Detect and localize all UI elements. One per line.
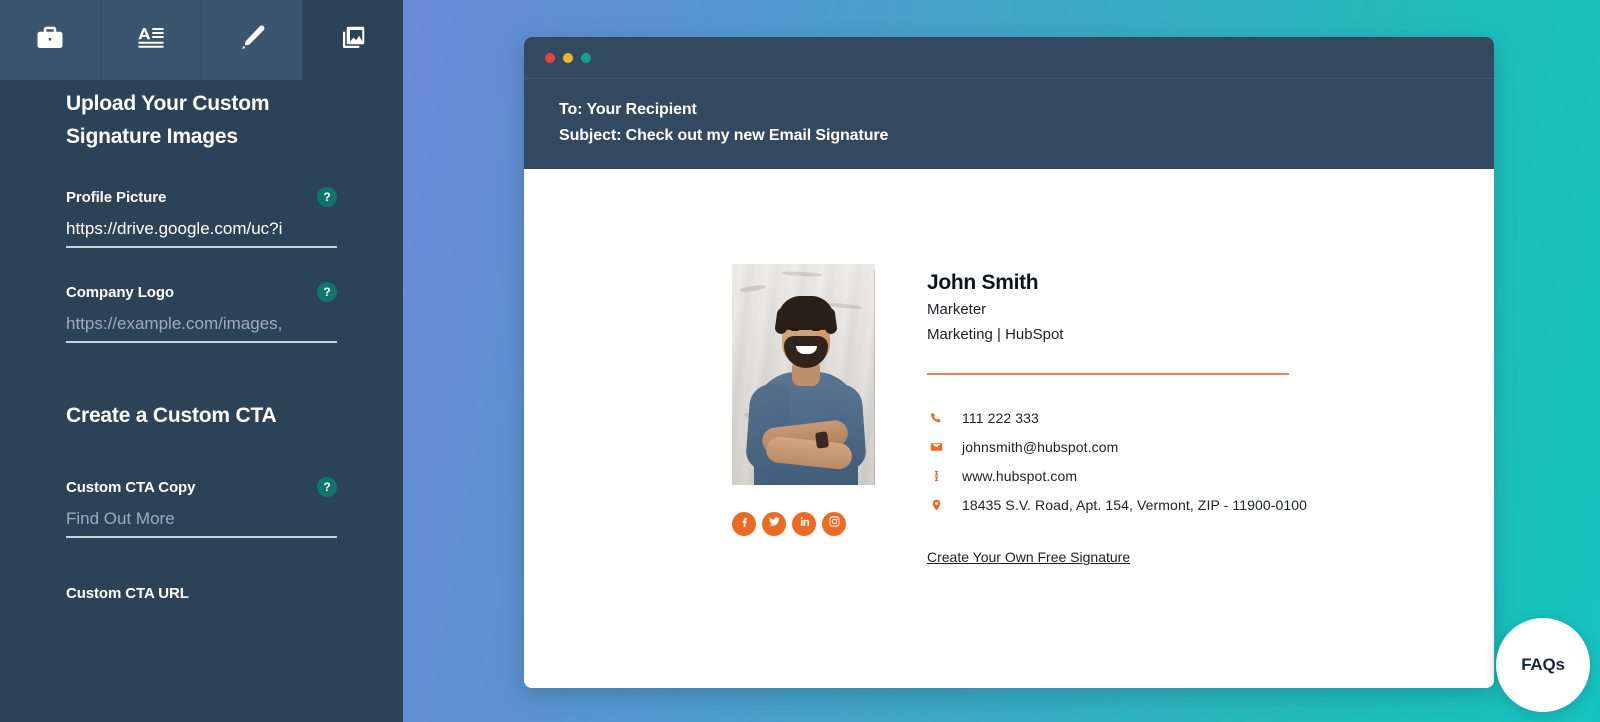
field-custom-cta-url: Custom CTA URL — [66, 583, 337, 603]
help-icon-profile-picture[interactable]: ? — [317, 187, 337, 207]
signature-contact-list: 111 222 333 johnsmith@hubspot.com www.hu… — [927, 403, 1307, 519]
sidebar-panel: Upload Your Custom Signature Images Prof… — [0, 87, 403, 603]
images-icon — [338, 23, 368, 58]
contact-text-email: johnsmith@hubspot.com — [962, 438, 1119, 455]
window-maximize-dot[interactable] — [581, 52, 591, 63]
social-icon-row — [732, 512, 875, 536]
person-eye-left — [791, 328, 799, 331]
window-minimize-dot[interactable] — [563, 52, 573, 63]
person-wristwatch — [814, 431, 830, 449]
field-label-custom-cta-copy: Custom CTA Copy — [66, 478, 196, 496]
contact-row-address: 18435 S.V. Road, Apt. 154, Vermont, ZIP … — [927, 490, 1307, 519]
field-label-profile-picture: Profile Picture — [66, 188, 167, 206]
email-body: John Smith Marketer Marketing | HubSpot … — [524, 169, 1494, 688]
photo-shadow — [874, 270, 875, 485]
signature-department-company: Marketing | HubSpot — [927, 326, 1064, 343]
email-signature: John Smith Marketer Marketing | HubSpot … — [732, 264, 1307, 567]
contact-row-website: www.hubspot.com — [927, 461, 1307, 490]
field-label-custom-cta-url: Custom CTA URL — [66, 584, 189, 602]
contact-text-phone: 111 222 333 — [962, 409, 1039, 426]
field-label-row: Custom CTA URL — [66, 583, 337, 603]
profile-photo — [732, 264, 875, 485]
linkedin-icon — [798, 515, 811, 533]
phone-icon — [927, 411, 945, 425]
field-custom-cta-copy: Custom CTA Copy ? — [66, 477, 337, 538]
email-subject-line: Subject: Check out my new Email Signatur… — [559, 127, 889, 144]
company-logo-input[interactable] — [66, 311, 337, 343]
social-linkedin[interactable] — [792, 512, 816, 536]
website-icon — [927, 469, 945, 483]
custom-cta-copy-input[interactable] — [66, 506, 337, 538]
location-pin-icon — [927, 498, 945, 512]
help-icon-company-logo[interactable]: ? — [317, 282, 337, 302]
social-twitter[interactable] — [762, 512, 786, 536]
help-icon-custom-cta-copy[interactable]: ? — [317, 477, 337, 497]
signature-name: John Smith — [927, 271, 1039, 294]
cta-section-title: Create a Custom CTA — [66, 404, 277, 427]
person-eye-right — [812, 328, 820, 331]
twitter-icon — [768, 515, 781, 533]
tab-details[interactable] — [0, 0, 101, 80]
sidebar-tabbar — [0, 0, 403, 80]
left-sidebar: Upload Your Custom Signature Images Prof… — [0, 0, 403, 722]
signature-job-title: Marketer — [927, 301, 987, 318]
email-to-line: To: Your Recipient — [559, 101, 697, 118]
brush-icon — [237, 23, 267, 58]
email-header: To: Your Recipient Subject: Check out my… — [524, 79, 1494, 169]
tab-style[interactable] — [202, 0, 303, 80]
contact-text-website: www.hubspot.com — [962, 467, 1078, 484]
upload-section-title: Upload Your Custom Signature Images — [66, 92, 270, 148]
field-profile-picture: Profile Picture ? — [66, 187, 337, 248]
window-close-dot[interactable] — [545, 52, 555, 63]
tab-typography[interactable] — [101, 0, 202, 80]
faqs-button[interactable]: FAQs — [1496, 618, 1590, 712]
instagram-icon — [828, 515, 841, 533]
field-label-company-logo: Company Logo — [66, 283, 174, 301]
social-instagram[interactable] — [822, 512, 846, 536]
create-own-signature-link[interactable]: Create Your Own Free Signature — [927, 549, 1130, 565]
facebook-icon — [738, 515, 751, 533]
contact-text-address: 18435 S.V. Road, Apt. 154, Vermont, ZIP … — [962, 496, 1308, 513]
briefcase-icon — [35, 23, 65, 58]
field-label-row: Custom CTA Copy ? — [66, 477, 337, 497]
field-company-logo: Company Logo ? — [66, 282, 337, 343]
window-titlebar — [524, 37, 1494, 79]
signature-photo-column — [732, 264, 875, 567]
social-facebook[interactable] — [732, 512, 756, 536]
contact-row-email: johnsmith@hubspot.com — [927, 432, 1307, 461]
contact-row-phone: 111 222 333 — [927, 403, 1307, 432]
signature-divider — [927, 373, 1289, 375]
person-hair-side-right — [822, 307, 838, 335]
profile-picture-input[interactable] — [66, 216, 337, 248]
email-preview-window: To: Your Recipient Subject: Check out my… — [524, 37, 1494, 688]
field-label-row: Company Logo ? — [66, 282, 337, 302]
field-label-row: Profile Picture ? — [66, 187, 337, 207]
person-figure — [732, 264, 875, 485]
signature-details-column: John Smith Marketer Marketing | HubSpot … — [927, 264, 1307, 567]
faqs-button-label: FAQs — [1521, 655, 1565, 674]
tab-images[interactable] — [303, 0, 403, 80]
text-format-icon — [136, 23, 166, 58]
email-icon — [927, 440, 945, 454]
